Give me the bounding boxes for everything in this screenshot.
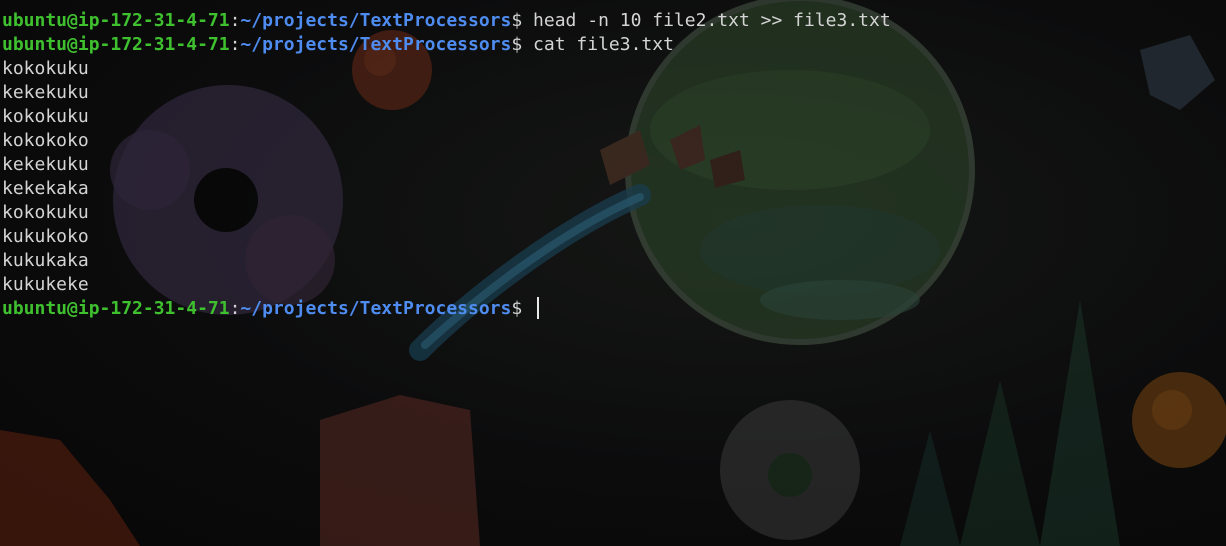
tree-icon	[900, 300, 1120, 546]
output-text: kekekuku	[2, 154, 89, 175]
output-text: kukukoko	[2, 226, 89, 247]
output-line: kukukoko	[2, 225, 891, 249]
prompt-symbol: $	[511, 10, 534, 31]
prompt-line: ubuntu@ip-172-31-4-71:~/projects/TextPro…	[2, 33, 891, 57]
output-line: kukukaka	[2, 249, 891, 273]
output-text: kokokuku	[2, 202, 89, 223]
output-text: kukukeke	[2, 274, 89, 295]
output-text: kekekuku	[2, 82, 89, 103]
output-text: kokokuku	[2, 58, 89, 79]
output-line: kekekuku	[2, 153, 891, 177]
output-text: kekekaka	[2, 178, 89, 199]
grey-asteroid-icon	[720, 400, 860, 540]
rock-icon	[0, 395, 480, 546]
prompt-symbol: $	[511, 34, 534, 55]
output-text: kokokoko	[2, 130, 89, 151]
prompt-separator: :	[229, 10, 241, 31]
output-line: kokokoko	[2, 129, 891, 153]
prompt-path: ~/projects/TextProcessors	[240, 34, 512, 55]
prompt-line: ubuntu@ip-172-31-4-71:~/projects/TextPro…	[2, 9, 891, 33]
prompt-separator: :	[229, 34, 241, 55]
terminal-output: ubuntu@ip-172-31-4-71:~/projects/TextPro…	[2, 9, 891, 321]
output-line: kekekaka	[2, 177, 891, 201]
terminal-window[interactable]: ubuntu@ip-172-31-4-71:~/projects/TextPro…	[0, 0, 1226, 546]
output-text: kukukaka	[2, 250, 89, 271]
prompt-separator: :	[229, 298, 241, 319]
orange-planet-icon	[1132, 372, 1226, 468]
command-text: cat file3.txt	[533, 34, 674, 55]
output-line: kokokuku	[2, 201, 891, 225]
output-text: kokokuku	[2, 106, 89, 127]
prompt-user-host: ubuntu@ip-172-31-4-71	[2, 10, 230, 31]
output-line: kekekuku	[2, 81, 891, 105]
satellite-icon	[1140, 35, 1215, 110]
text-cursor	[537, 297, 540, 319]
prompt-line: ubuntu@ip-172-31-4-71:~/projects/TextPro…	[2, 297, 891, 321]
prompt-path: ~/projects/TextProcessors	[240, 298, 512, 319]
output-line: kukukeke	[2, 273, 891, 297]
prompt-user-host: ubuntu@ip-172-31-4-71	[2, 298, 230, 319]
prompt-symbol: $	[511, 298, 534, 319]
output-line: kokokuku	[2, 105, 891, 129]
output-line: kokokuku	[2, 57, 891, 81]
prompt-user-host: ubuntu@ip-172-31-4-71	[2, 34, 230, 55]
prompt-path: ~/projects/TextProcessors	[240, 10, 512, 31]
command-text: head -n 10 file2.txt >> file3.txt	[533, 10, 891, 31]
